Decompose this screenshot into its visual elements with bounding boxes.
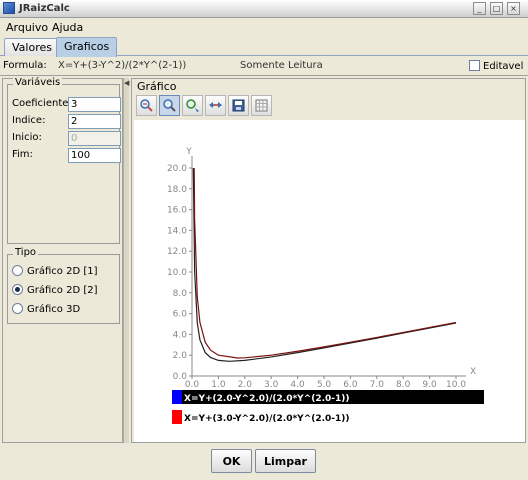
pan-button[interactable]: [182, 95, 203, 116]
radio-grafico-3d[interactable]: Gráfico 3D: [12, 303, 80, 315]
legend-entry: X=Y+(3.0-Y^2.0)/(2.0*Y^(2.0-1)): [184, 414, 350, 424]
tipo-group: Tipo Gráfico 2D [1] Gráfico 2D [2] Gráfi…: [7, 247, 120, 324]
indice-input[interactable]: [68, 114, 121, 129]
app-icon: [3, 2, 15, 14]
y-tick-label: 6.0: [173, 310, 188, 320]
zoom-fit-button[interactable]: [136, 95, 157, 116]
legend-swatch: [172, 390, 182, 404]
field-indice: Indice:: [10, 114, 121, 129]
chart-area[interactable]: Y X 0.0 2.0 4.0 6.0 8.0 10.0 12.0 14.0 16.0 18.0 20.…: [134, 120, 525, 442]
x-tick-label: 5.0: [317, 380, 332, 390]
coeficiente-input[interactable]: [68, 97, 121, 112]
tab-valores[interactable]: Valores: [4, 38, 60, 56]
y-tick-label: 20.0: [167, 164, 187, 174]
coeficiente-label: Coeficiente:: [12, 98, 72, 109]
menu-bar: Arquivo Ajuda: [0, 19, 528, 36]
legend-swatch: [172, 410, 182, 424]
zoom-button[interactable]: [159, 95, 180, 116]
menu-arquivo[interactable]: Arquivo: [6, 21, 48, 34]
series-line-1: [192, 168, 456, 362]
close-button[interactable]: ×: [507, 2, 520, 15]
y-tick-label: 8.0: [173, 289, 188, 299]
variables-title: Variáveis: [13, 77, 63, 88]
x-tick-label: 10.0: [446, 380, 466, 390]
y-tick-label: 14.0: [167, 226, 187, 236]
field-fim: Fim:: [10, 148, 121, 163]
save-button[interactable]: [228, 95, 249, 116]
radio-icon[interactable]: [12, 265, 23, 276]
formula-field[interactable]: [58, 60, 238, 71]
radio-label: Gráfico 3D: [27, 304, 81, 315]
chart-panel-title: Gráfico: [137, 80, 177, 93]
radio-checked-icon[interactable]: [12, 284, 23, 295]
y-tick-label: 18.0: [167, 185, 187, 195]
inicio-input: [68, 131, 121, 146]
formula-label: Formula:: [3, 60, 47, 71]
y-tick-label: 16.0: [167, 206, 187, 216]
field-inicio: Inicio:: [10, 131, 121, 146]
indice-label: Indice:: [12, 115, 46, 126]
chart-toolbar: [134, 94, 274, 118]
menu-ajuda[interactable]: Ajuda: [52, 21, 83, 34]
y-tick-label: 4.0: [173, 330, 188, 340]
minimize-button[interactable]: _: [473, 2, 486, 15]
fim-input[interactable]: [68, 148, 121, 163]
save-icon: [232, 99, 245, 112]
y-tick-label: 2.0: [173, 351, 188, 361]
ok-button[interactable]: OK: [211, 449, 252, 473]
zoom-fit-icon: [140, 99, 153, 112]
radio-label: Gráfico 2D [1]: [27, 266, 98, 277]
series-line-2: [193, 168, 456, 359]
tab-graficos[interactable]: Graficos: [56, 37, 118, 57]
readonly-note: Somente Leitura: [240, 60, 323, 71]
chart-panel: Gráfico Y X 0.0 2.0 4.0 6.0 8.0 10.0 12.0 14.0 16.…: [131, 78, 526, 443]
split-arrow-icon[interactable]: ◀: [124, 80, 129, 87]
window-title: JRaizCalc: [19, 3, 70, 14]
x-tick-label: 8.0: [396, 380, 411, 390]
x-tick-label: 4.0: [290, 380, 305, 390]
x-tick-label: 9.0: [422, 380, 437, 390]
maximize-button[interactable]: □: [490, 2, 503, 15]
x-axis-label: X: [470, 367, 476, 377]
inicio-label: Inicio:: [12, 132, 42, 143]
variables-group: Variáveis Coeficiente: Indice: Inicio: F…: [7, 77, 121, 244]
y-tick-label: 10.0: [167, 268, 187, 278]
x-tick-label: 0.0: [185, 380, 200, 390]
radio-icon[interactable]: [12, 303, 23, 314]
line-chart[interactable]: Y X 0.0 2.0 4.0 6.0 8.0 10.0 12.0 14.0 16.0 18.0 20.…: [134, 120, 525, 442]
grid-button[interactable]: [251, 95, 272, 116]
formula-row: Formula: Somente Leitura Editavel: [0, 57, 528, 76]
tipo-title: Tipo: [13, 247, 39, 258]
editable-checkbox[interactable]: Editavel: [469, 60, 523, 72]
checkbox-icon[interactable]: [469, 60, 480, 71]
x-tick-label: 6.0: [343, 380, 358, 390]
y-axis-label: Y: [185, 147, 192, 157]
radio-grafico-2d-2[interactable]: Gráfico 2D [2]: [12, 284, 98, 296]
zoom-icon: [163, 99, 176, 112]
title-bar: JRaizCalc _ □ ×: [0, 0, 528, 18]
radio-label: Gráfico 2D [2]: [27, 285, 98, 296]
x-tick-label: 2.0: [238, 380, 253, 390]
x-tick-label: 3.0: [264, 380, 279, 390]
bottom-bar: OK Limpar: [0, 444, 528, 480]
left-panel: Variáveis Coeficiente: Indice: Inicio: F…: [2, 77, 123, 443]
move-icon: [209, 102, 222, 108]
editable-label: Editavel: [483, 61, 524, 72]
fim-label: Fim:: [12, 149, 33, 160]
clear-button[interactable]: Limpar: [255, 449, 316, 473]
radio-grafico-2d-1[interactable]: Gráfico 2D [1]: [12, 265, 98, 277]
tab-bar: Valores Graficos: [0, 36, 528, 57]
split-divider[interactable]: ◀: [123, 78, 129, 443]
y-tick-label: 12.0: [167, 247, 187, 257]
legend-entry: X=Y+(2.0-Y^2.0)/(2.0*Y^(2.0-1)): [184, 394, 350, 404]
x-tick-label: 7.0: [370, 380, 385, 390]
field-coeficiente: Coeficiente:: [10, 97, 121, 112]
x-tick-label: 1.0: [211, 380, 226, 390]
pan-icon: [186, 99, 199, 112]
move-button[interactable]: [205, 95, 226, 116]
grid-icon: [255, 99, 268, 112]
